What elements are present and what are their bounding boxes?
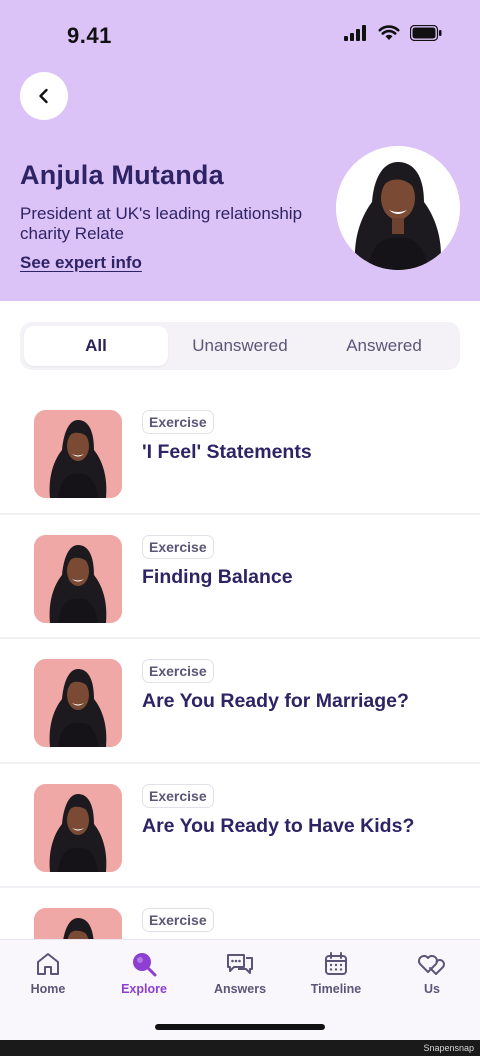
- exercise-badge: Exercise: [142, 908, 214, 932]
- list-item[interactable]: Exercise: [0, 888, 480, 939]
- footer-strip: [0, 1040, 480, 1056]
- nav-label-answers: Answers: [213, 982, 267, 996]
- wifi-icon: [378, 25, 400, 40]
- expert-bio: President at UK's leading relationship c…: [20, 204, 303, 243]
- answers-icon: [227, 954, 253, 974]
- expert-header: 9.41 Anjula Mutanda President at UK's le…: [0, 0, 480, 301]
- list-item[interactable]: Exercise Are You Ready for Marriage?: [0, 639, 480, 764]
- tab-unanswered[interactable]: Unanswered: [168, 326, 312, 366]
- nav-explore[interactable]: Explore: [96, 940, 192, 1010]
- item-title: 'I Feel' Statements: [142, 441, 312, 463]
- exercise-badge: Exercise: [142, 534, 214, 559]
- back-button[interactable]: [20, 72, 68, 120]
- nav-label-us: Us: [424, 982, 440, 996]
- status-icons: [344, 25, 442, 41]
- expert-avatar: [336, 146, 460, 270]
- exercise-badge: Exercise: [142, 659, 214, 683]
- explore-icon: [133, 953, 157, 977]
- item-title: Are You Ready for Marriage?: [142, 690, 409, 712]
- expert-thumbnail: [34, 908, 122, 939]
- home-indicator: [155, 1024, 325, 1030]
- status-time: 9.41: [67, 23, 112, 48]
- tab-all[interactable]: All: [24, 326, 168, 366]
- expert-thumbnail: [34, 783, 122, 872]
- nav-us[interactable]: Us: [384, 940, 480, 1010]
- list-item[interactable]: Exercise Are You Ready to Have Kids?: [0, 764, 480, 888]
- nav-timeline[interactable]: Timeline: [288, 940, 384, 1010]
- expert-thumbnail: [34, 659, 122, 747]
- see-expert-info-link[interactable]: See expert info: [20, 253, 142, 273]
- chevron-left-icon: [39, 88, 48, 104]
- list-item[interactable]: Exercise Finding Balance: [0, 515, 480, 639]
- nav-label-timeline: Timeline: [310, 982, 362, 996]
- filter-tabs: All Unanswered Answered: [20, 322, 460, 370]
- nav-home[interactable]: Home: [0, 940, 96, 1010]
- expert-thumbnail: [34, 534, 122, 623]
- nav-label-explore: Explore: [121, 982, 167, 996]
- tab-answered[interactable]: Answered: [312, 326, 456, 366]
- list-item[interactable]: Exercise 'I Feel' Statements: [0, 390, 480, 515]
- exercise-badge: Exercise: [142, 410, 214, 434]
- item-title: Finding Balance: [142, 565, 293, 588]
- watermark-text: Snapensnap: [423, 1043, 474, 1053]
- signal-icon: [344, 25, 366, 41]
- home-icon: [37, 953, 59, 975]
- exercise-list: Exercise 'I Feel' Statements Exercise Fi…: [0, 390, 480, 939]
- nav-answers[interactable]: Answers: [192, 940, 288, 1010]
- exercise-badge: Exercise: [142, 783, 214, 808]
- expert-name: Anjula Mutanda: [20, 160, 224, 190]
- nav-label-home: Home: [30, 982, 66, 996]
- expert-thumbnail: [34, 410, 122, 498]
- calendar-icon: [325, 952, 347, 975]
- hearts-icon: [418, 955, 445, 975]
- item-title: Are You Ready to Have Kids?: [142, 814, 415, 837]
- battery-icon: [410, 25, 442, 41]
